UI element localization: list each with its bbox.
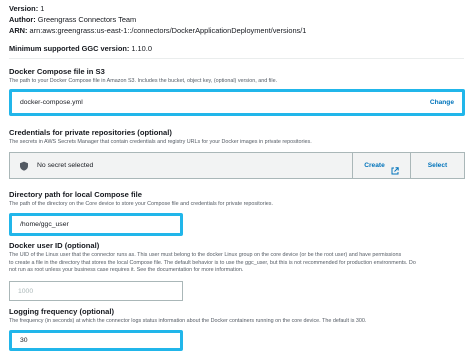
external-link-icon bbox=[391, 162, 399, 174]
compose-s3-title: Docker Compose file in S3 bbox=[9, 67, 105, 76]
credentials-selector[interactable]: No secret selected Create Select bbox=[9, 152, 465, 179]
version-value: 1 bbox=[40, 4, 45, 13]
docker-user-input[interactable]: 1000 bbox=[9, 281, 183, 301]
ggc-version-line: Minimum supported GGC version: 1.10.0 bbox=[9, 44, 152, 53]
logging-title: Logging frequency (optional) bbox=[9, 307, 115, 316]
arn-line: ARN: arn:aws:greengrass:us-east-1::/conn… bbox=[9, 26, 306, 35]
arn-value: arn:aws:greengrass:us-east-1::/connector… bbox=[29, 26, 307, 35]
docker-user-placeholder: 1000 bbox=[18, 287, 34, 295]
author-label: Author: bbox=[9, 15, 36, 24]
create-secret-label: Create bbox=[364, 162, 385, 169]
compose-s3-value: docker-compose.yml bbox=[20, 99, 83, 106]
version-line: Version: 1 bbox=[9, 4, 44, 13]
ggc-version-label: Minimum supported GGC version: bbox=[9, 44, 130, 53]
author-value: Greengrass Connectors Team bbox=[37, 15, 137, 24]
ggc-version-value: 1.10.0 bbox=[131, 44, 152, 53]
docker-user-title: Docker user ID (optional) bbox=[9, 241, 100, 250]
select-secret-label: Select bbox=[427, 162, 448, 169]
secret-selected-text: No secret selected bbox=[37, 162, 94, 169]
credentials-title: Credentials for private repositories (op… bbox=[9, 128, 172, 137]
compose-dir-input[interactable]: /home/ggc_user bbox=[9, 213, 183, 236]
logging-frequency-input[interactable]: 30 bbox=[9, 330, 183, 351]
credentials-description: The secrets in AWS Secrets Manager that … bbox=[9, 139, 312, 145]
version-label: Version: bbox=[9, 4, 39, 13]
change-button[interactable]: Change bbox=[430, 99, 454, 106]
logging-description: The frequency (in seconds) at which the … bbox=[9, 318, 367, 324]
compose-dir-title: Directory path for local Compose file bbox=[9, 190, 142, 199]
divider bbox=[9, 58, 464, 59]
docker-user-description-line-1: The UID of the Linux user that the conne… bbox=[9, 252, 402, 258]
logging-frequency-value: 30 bbox=[20, 337, 28, 344]
compose-s3-field[interactable]: docker-compose.yml Change bbox=[9, 89, 465, 116]
arn-label: ARN: bbox=[9, 26, 28, 35]
shield-icon bbox=[19, 161, 29, 171]
compose-dir-description: The path of the directory on the Core de… bbox=[9, 201, 273, 207]
author-line: Author: Greengrass Connectors Team bbox=[9, 15, 136, 24]
docker-user-description-line-3: not run as root unless your business cas… bbox=[9, 267, 244, 273]
select-secret-button[interactable]: Select bbox=[410, 153, 464, 178]
create-secret-button[interactable]: Create bbox=[352, 153, 410, 178]
compose-s3-description: The path to your Docker Compose file in … bbox=[9, 78, 278, 84]
secret-display[interactable]: No secret selected bbox=[10, 153, 352, 178]
compose-dir-value: /home/ggc_user bbox=[20, 221, 69, 228]
docker-user-description-line-2: to create a file in the directory that s… bbox=[9, 259, 416, 266]
